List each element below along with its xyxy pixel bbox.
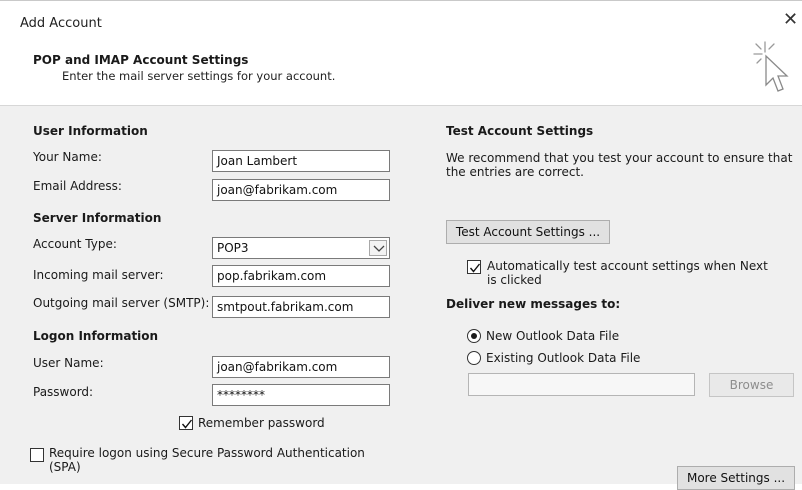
server-info-heading: Server Information bbox=[33, 211, 162, 225]
test-description-line1: We recommend that you test your account … bbox=[446, 151, 793, 165]
spa-label[interactable]: Require logon using Secure Password Auth… bbox=[49, 446, 409, 474]
user-info-heading: User Information bbox=[33, 124, 148, 138]
remember-password-checkbox[interactable] bbox=[179, 416, 193, 430]
data-file-path-field[interactable] bbox=[468, 373, 695, 396]
logon-info-heading: Logon Information bbox=[33, 329, 159, 343]
account-type-select[interactable]: POP3 bbox=[212, 237, 390, 259]
more-settings-button[interactable]: More Settings ... bbox=[677, 466, 795, 490]
user-name-label: User Name: bbox=[33, 356, 104, 370]
test-description-line2: the entries are correct. bbox=[446, 165, 584, 179]
spa-label-line1: Require logon using Secure Password Auth… bbox=[49, 446, 365, 460]
deliver-heading: Deliver new messages to: bbox=[446, 297, 621, 311]
spa-checkbox[interactable] bbox=[30, 448, 44, 462]
close-icon[interactable]: ✕ bbox=[783, 11, 798, 29]
account-type-value: POP3 bbox=[217, 241, 249, 255]
new-data-file-label[interactable]: New Outlook Data File bbox=[486, 329, 619, 343]
dropdown-button[interactable] bbox=[369, 240, 387, 256]
test-settings-description: We recommend that you test your account … bbox=[446, 151, 802, 179]
outgoing-server-field[interactable]: smtpout.fabrikam.com bbox=[212, 296, 390, 318]
radio-selected-dot bbox=[471, 333, 477, 339]
click-cursor-icon bbox=[753, 41, 789, 92]
remember-password-label[interactable]: Remember password bbox=[198, 416, 325, 430]
email-address-label: Email Address: bbox=[33, 179, 122, 193]
incoming-server-field[interactable]: pop.fabrikam.com bbox=[212, 265, 390, 287]
existing-data-file-radio[interactable] bbox=[467, 351, 481, 365]
existing-data-file-label[interactable]: Existing Outlook Data File bbox=[486, 351, 640, 365]
test-settings-heading: Test Account Settings bbox=[446, 124, 594, 138]
auto-test-line2: is clicked bbox=[487, 273, 542, 287]
email-address-field[interactable]: joan@fabrikam.com bbox=[212, 179, 390, 201]
account-type-label: Account Type: bbox=[33, 237, 117, 251]
page-subtitle: Enter the mail server settings for your … bbox=[62, 69, 336, 83]
auto-test-checkbox[interactable] bbox=[467, 260, 481, 274]
your-name-field[interactable]: Joan Lambert bbox=[212, 150, 390, 172]
window-title: Add Account bbox=[20, 16, 102, 31]
incoming-server-label: Incoming mail server: bbox=[33, 268, 164, 282]
outgoing-server-label: Outgoing mail server (SMTP): bbox=[33, 296, 210, 310]
user-name-field[interactable]: joan@fabrikam.com bbox=[212, 356, 390, 378]
your-name-label: Your Name: bbox=[33, 150, 102, 164]
browse-button[interactable]: Browse bbox=[709, 373, 794, 397]
auto-test-label[interactable]: Automatically test account settings when… bbox=[487, 259, 787, 287]
spa-label-line2: (SPA) bbox=[49, 460, 81, 474]
chevron-down-icon bbox=[373, 245, 385, 252]
password-field[interactable]: ******** bbox=[212, 384, 390, 406]
checkmark-icon bbox=[181, 419, 193, 429]
password-label: Password: bbox=[33, 385, 94, 399]
page-title: POP and IMAP Account Settings bbox=[33, 53, 249, 67]
new-data-file-radio[interactable] bbox=[467, 329, 481, 343]
auto-test-line1: Automatically test account settings when… bbox=[487, 259, 768, 273]
test-account-settings-button[interactable]: Test Account Settings ... bbox=[446, 220, 610, 244]
checkmark-icon bbox=[469, 263, 481, 273]
window-border bbox=[0, 0, 802, 1]
